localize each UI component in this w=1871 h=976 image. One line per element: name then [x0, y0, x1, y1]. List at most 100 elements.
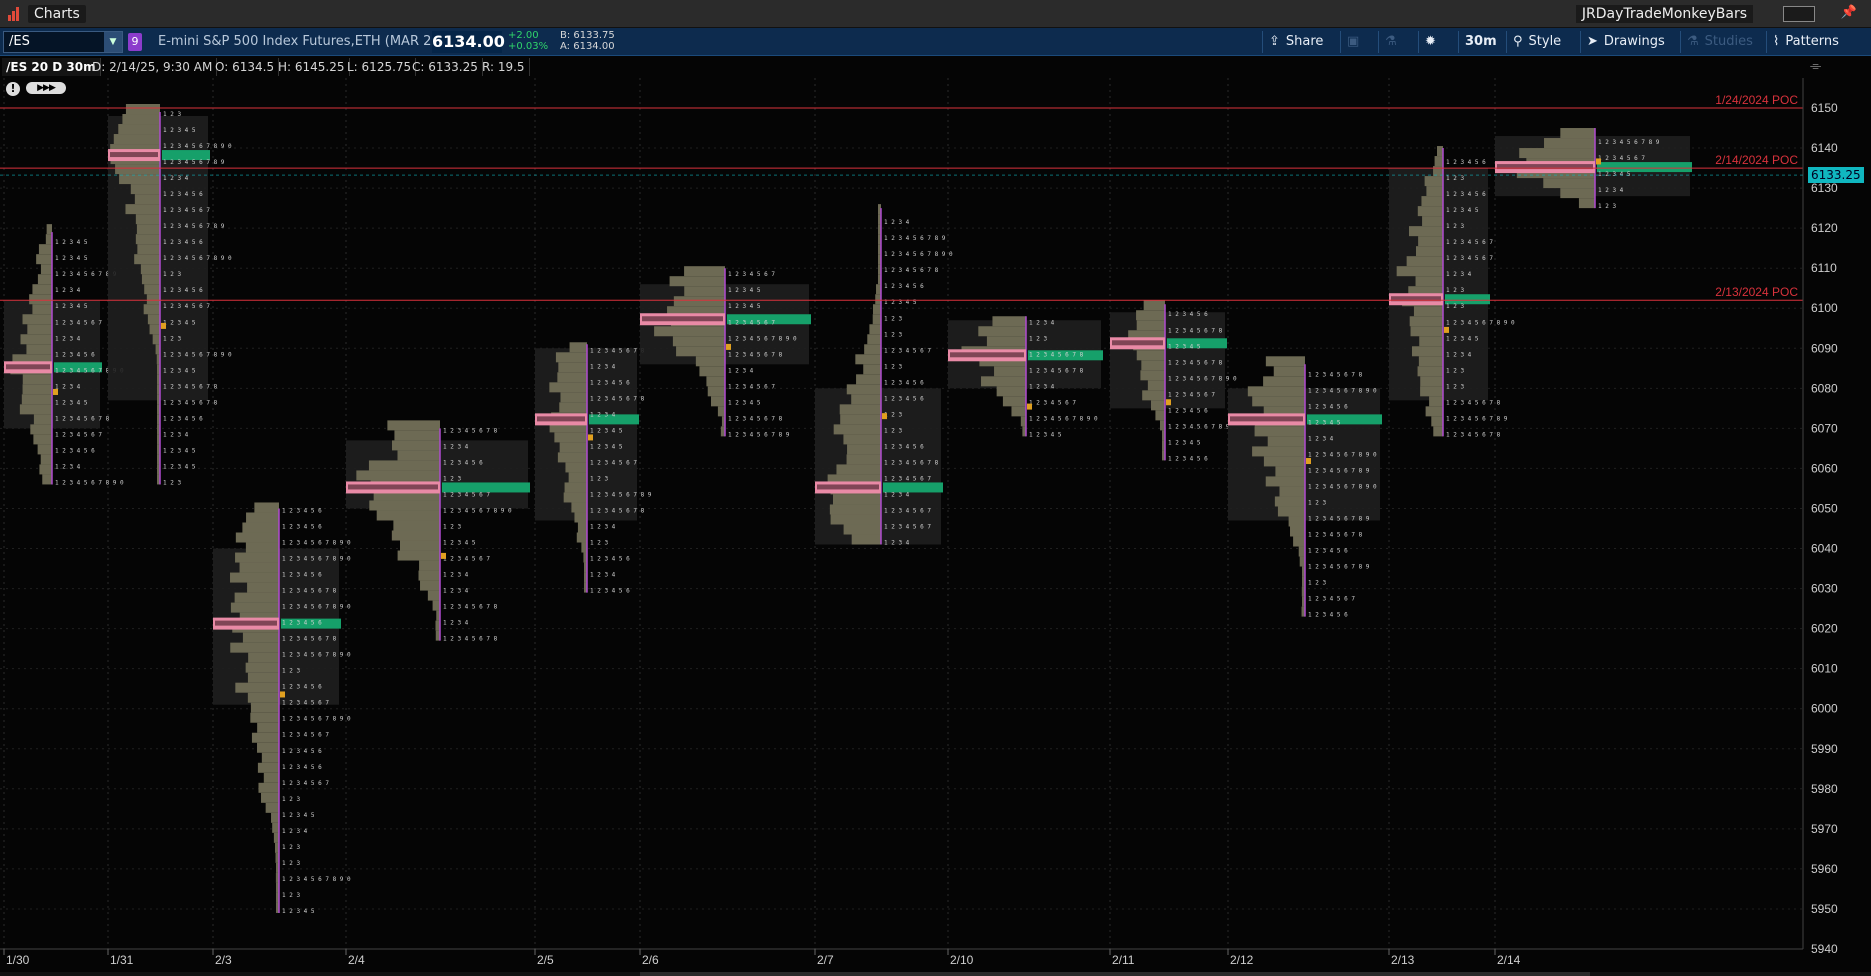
tpo-letter-row: 1 2 3 4 5 [728, 399, 761, 406]
profile-bar [569, 342, 587, 353]
profile-bar [1409, 316, 1443, 327]
profile-bar [577, 522, 587, 533]
price-axis-tick-label: 6050 [1811, 501, 1838, 515]
profile-bar [265, 802, 279, 813]
profile-bar [143, 304, 160, 315]
profile-bar [996, 386, 1026, 397]
profile-bar [557, 372, 587, 383]
profile-bar [393, 520, 440, 531]
tpo-letter-row: 1 2 3 [163, 111, 181, 118]
tpo-letter-row: 1 2 3 4 5 6 7 8 [1168, 359, 1223, 366]
tpo-letter-row: 1 2 3 4 [443, 620, 469, 627]
market-profile-chart[interactable]: 1 2 3 4 5 6 7 8 9 0 1 2 3 4 1 2 3 4 5 6 1 2… [0, 0, 1871, 976]
tpo-letter-row: 1 2 3 4 5 [282, 908, 315, 915]
profile-bar [32, 284, 52, 295]
profile-bar [144, 284, 160, 295]
tpo-letter-row: 1 2 3 4 [590, 524, 616, 531]
profile-bar [555, 352, 587, 363]
profile-bar [846, 384, 881, 395]
horizontal-scrollbar[interactable] [0, 972, 1871, 976]
tpo-letter-row: 1 2 3 4 [1446, 351, 1472, 358]
profile-bar [137, 244, 160, 255]
tpo-letter-row: 1 2 3 [1446, 367, 1464, 374]
profile-bar [1140, 370, 1165, 381]
profile-bar [710, 396, 725, 407]
profile-bar [420, 580, 440, 591]
profile-bar [1147, 380, 1165, 391]
profile-bar [245, 542, 279, 553]
poc-bar-core [537, 416, 585, 422]
profile-bar [654, 326, 725, 337]
profile-bar [1434, 156, 1443, 167]
profile-bar [247, 672, 279, 683]
tpo-letter-row: 1 2 3 4 5 6 7 8 [590, 395, 645, 402]
tpo-letter-row: 1 2 3 4 5 6 [590, 556, 630, 563]
profile-bar [1413, 306, 1443, 317]
profile-bar [391, 530, 440, 541]
tpo-letter-row: 1 2 3 4 [163, 431, 189, 438]
tpo-letter-row: 1 2 3 4 5 6 7 8 [1446, 431, 1501, 438]
time-axis-tick-label: 2/4 [348, 953, 365, 967]
profile-bar [376, 510, 440, 521]
tpo-letter-row: 1 2 3 4 5 6 7 8 [443, 427, 498, 434]
tpo-letter-row: 1 2 3 [884, 363, 902, 370]
profile-bar [1431, 416, 1443, 427]
tpo-letter-row: 1 2 3 4 5 6 7 8 9 [590, 491, 652, 498]
profile-bar [394, 430, 440, 441]
profile-bar [1433, 166, 1443, 177]
profile-bar [839, 404, 881, 415]
profile-bar [1519, 148, 1595, 159]
tpo-letter-row: 1 2 3 [590, 475, 608, 482]
profile-bar [1288, 516, 1305, 527]
tpo-letter-row: 1 2 3 4 [443, 572, 469, 579]
scrollbar-thumb[interactable] [640, 972, 1590, 976]
tpo-letter-row: 1 2 3 4 5 [282, 812, 315, 819]
profile-bar [574, 512, 587, 523]
profile-bar [22, 314, 52, 325]
profile-bar [135, 214, 160, 225]
profile-bar [832, 494, 881, 505]
tpo-letter-row: 1 2 3 4 5 6 7 8 9 0 [1308, 451, 1377, 458]
open-marker [1306, 458, 1311, 465]
drawing-tool-icon[interactable]: ⌯ [1810, 58, 1828, 78]
profile-bar [22, 374, 52, 385]
profile-bar [554, 432, 587, 443]
profile-bar [29, 294, 52, 305]
profile-bar [152, 334, 160, 345]
tpo-letter-row: 1 2 3 4 5 6 [884, 443, 924, 450]
profile-bar [672, 336, 725, 347]
alert-icon[interactable]: ! [6, 82, 20, 96]
tpo-letter-row: 1 2 3 4 5 6 7 8 [590, 347, 645, 354]
profile-bar [140, 264, 160, 275]
tpo-letter-row: 1 2 3 4 5 6 7 8 9 [1308, 564, 1370, 571]
profile-bar [33, 434, 52, 445]
tpo-letter-row: 1 2 3 4 5 6 [1168, 311, 1208, 318]
profile-bar [707, 386, 725, 397]
tpo-letter-row: 1 2 3 4 5 6 7 [282, 732, 329, 739]
profile-bar [21, 394, 52, 405]
bar-high: H: 6145.25 [274, 58, 350, 76]
bar-range: R: 19.5 [478, 58, 530, 76]
price-axis-tick-label: 5990 [1811, 742, 1838, 756]
tpo-letter-row: 1 2 3 4 5 6 [163, 415, 203, 422]
tpo-letter-row: 1 2 3 4 5 6 [884, 395, 924, 402]
tpo-letter-row: 1 2 3 4 5 6 7 8 [1308, 371, 1363, 378]
tpo-letter-row: 1 2 3 4 5 6 7 [728, 271, 775, 278]
profile-bar [1426, 186, 1443, 197]
profile-bar [563, 492, 587, 503]
profile-bar [30, 424, 52, 435]
profile-bar [40, 454, 52, 465]
profile-bar [1293, 536, 1305, 547]
poc-bar-core [642, 316, 723, 322]
playback-arrows-icon[interactable]: ▶▶▶ [26, 82, 66, 94]
bar-close: C: 6133.25 [408, 58, 483, 76]
tpo-letter-row: 1 2 3 4 5 6 7 8 [443, 604, 498, 611]
profile-bar [254, 502, 279, 513]
tpo-letter-row: 1 2 3 4 5 6 7 [1446, 255, 1493, 262]
profile-bar [432, 600, 440, 611]
profile-bar [1417, 366, 1443, 377]
aggregation-label[interactable]: /ES 20 D 30m [2, 58, 101, 76]
profile-bar [247, 582, 279, 593]
tpo-letter-row: 1 2 3 4 5 6 7 [1029, 399, 1076, 406]
tpo-letter-row: 1 2 3 4 5 6 7 8 9 [1308, 467, 1370, 474]
